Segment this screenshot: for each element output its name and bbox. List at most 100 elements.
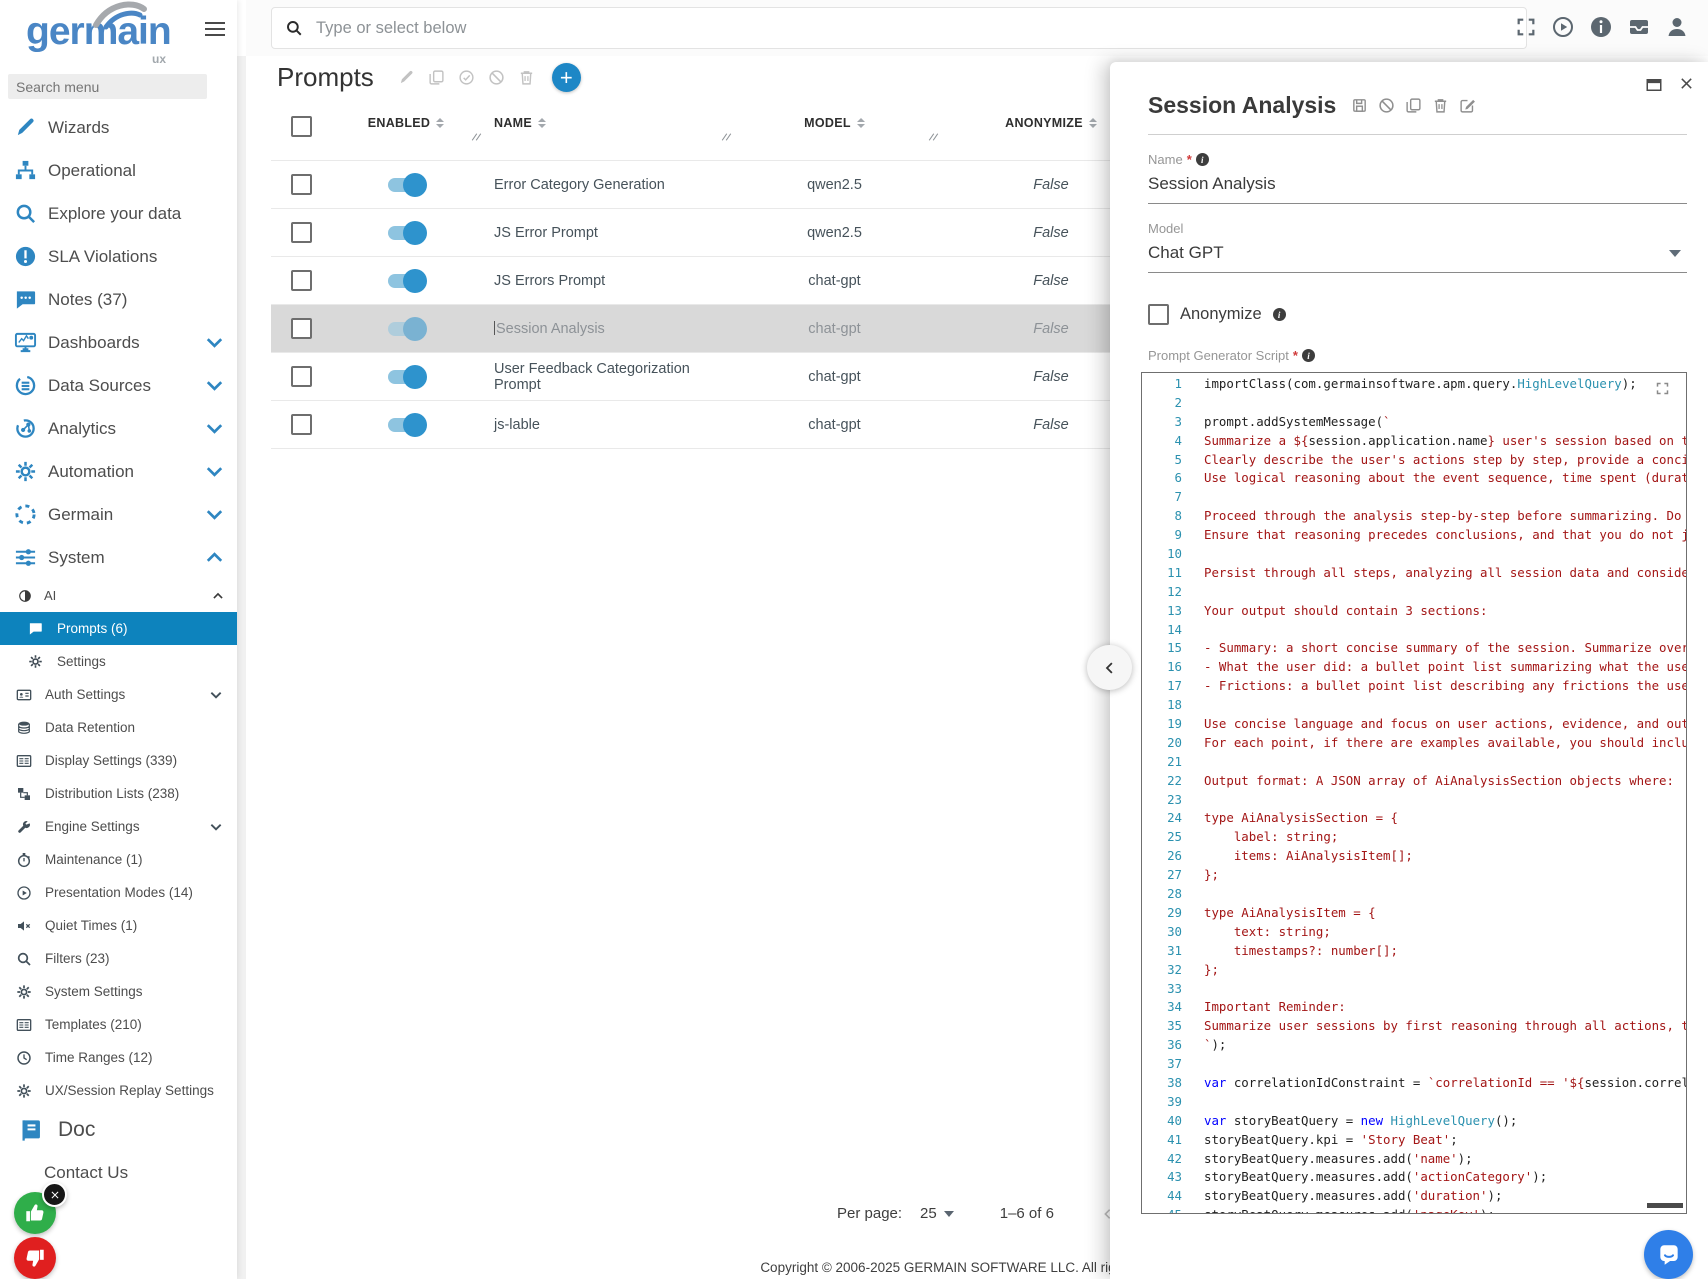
sidebar-item-maintenance[interactable]: Maintenance (1) [0,843,237,876]
close-icon[interactable] [1679,76,1694,91]
copy-icon[interactable] [428,69,445,86]
feedback-thumbs-down-button[interactable] [14,1237,56,1279]
collapse-panel-button[interactable] [1087,645,1132,690]
sidebar-item-operational[interactable]: Operational [0,149,237,192]
sidebar-item-data-sources[interactable]: Data Sources [0,364,237,407]
disable-icon[interactable] [488,69,505,86]
sidebar-item-automation[interactable]: Automation [0,450,237,493]
sidebar-item-explore-your-data[interactable]: Explore your data [0,192,237,235]
info-icon[interactable] [1589,15,1613,39]
save-icon[interactable] [1351,97,1368,114]
prompt-name: JS Error Prompt [481,225,731,241]
sidebar-item-dashboards[interactable]: Dashboards [0,321,237,364]
sidebar-item-ux-session-replay-settings[interactable]: UX/Session Replay Settings [0,1074,237,1107]
editor-scrollbar-thumb[interactable] [1647,1203,1683,1208]
enabled-toggle[interactable] [388,370,424,384]
sidebar-item-presentation-modes[interactable]: Presentation Modes (14) [0,876,237,909]
panel-title: Session Analysis [1148,92,1336,119]
row-checkbox[interactable] [291,366,312,387]
name-field[interactable] [1148,167,1687,204]
sidebar-scrollbar-gutter[interactable] [237,56,246,1279]
select-all-checkbox[interactable] [291,116,312,137]
row-checkbox[interactable] [291,318,312,339]
sidebar-item-label: Automation [48,462,203,482]
sidebar-item-wizards[interactable]: Wizards [0,106,237,149]
sidebar-item-data-retention[interactable]: Data Retention [0,711,237,744]
delete-icon[interactable] [518,69,535,86]
info-icon[interactable]: i [1273,308,1286,321]
sidebar-item-distribution-lists[interactable]: Distribution Lists (238) [0,777,237,810]
row-checkbox[interactable] [291,222,312,243]
column-resize-handle[interactable] [721,130,729,144]
logo-swoosh-icon [86,0,148,30]
sidebar-item-notes[interactable]: Notes (37) [0,278,237,321]
sort-icon[interactable] [857,118,865,128]
sidebar-item-sla-violations[interactable]: SLA Violations [0,235,237,278]
sidebar-item-label: Maintenance (1) [45,852,237,867]
sidebar-item-germain[interactable]: Germain [0,493,237,536]
global-search[interactable] [271,7,1527,49]
info-icon[interactable]: i [1302,349,1315,362]
window-icon[interactable] [1645,76,1663,94]
info-icon[interactable]: i [1196,153,1209,166]
sidebar-item-prompts[interactable]: Prompts (6) [0,612,237,645]
model-select[interactable]: Chat GPT [1148,236,1687,273]
edit-icon[interactable] [398,69,415,86]
rename-icon[interactable] [1459,97,1476,114]
column-header-name[interactable]: NAME [481,108,731,130]
sort-icon[interactable] [436,118,444,128]
enabled-toggle[interactable] [388,274,424,288]
sort-icon[interactable] [538,118,546,128]
sidebar-item-engine-settings[interactable]: Engine Settings [0,810,237,843]
enable-icon[interactable] [458,69,475,86]
sort-icon[interactable] [1089,118,1097,128]
feedback-close-button[interactable] [42,1182,67,1207]
sidebar-item-templates[interactable]: Templates (210) [0,1008,237,1041]
disable-icon[interactable] [1378,97,1395,114]
inbox-icon[interactable] [1627,15,1651,39]
analytics-icon [14,417,37,440]
enabled-toggle[interactable] [388,418,424,432]
sidebar-search-input[interactable] [8,74,207,99]
enabled-toggle[interactable] [388,322,424,336]
sidebar-item-contact-us[interactable]: Contact Us [0,1153,237,1193]
sidebar-item-label: Presentation Modes (14) [45,885,237,900]
sidebar-item-filters[interactable]: Filters (23) [0,942,237,975]
hamburger-menu-icon[interactable] [205,22,225,36]
column-header-model[interactable]: MODEL [731,108,938,130]
editor-expand-icon[interactable] [1655,381,1670,396]
add-prompt-button[interactable]: + [552,63,581,92]
user-icon[interactable] [1665,15,1689,39]
fullscreen-icon[interactable] [1515,16,1537,38]
anonymize-checkbox[interactable] [1148,304,1169,325]
support-chat-button[interactable] [1644,1230,1693,1279]
enabled-toggle[interactable] [388,226,424,240]
column-resize-handle[interactable] [471,130,479,144]
global-search-input[interactable] [314,18,1526,39]
panel-toolbar [1351,97,1476,114]
column-resize-handle[interactable] [928,130,936,144]
per-page-select[interactable]: 25 [920,1205,954,1222]
column-header-enabled[interactable]: ENABLED [331,108,481,130]
sidebar-item-ai[interactable]: AI [0,579,237,612]
sidebar-item-settings[interactable]: Settings [0,645,237,678]
prompt-model: qwen2.5 [731,177,938,193]
sidebar-item-system-settings[interactable]: System Settings [0,975,237,1008]
copy-icon[interactable] [1405,97,1422,114]
sidebar-item-display-settings[interactable]: Display Settings (339) [0,744,237,777]
sidebar-item-analytics[interactable]: Analytics [0,407,237,450]
enabled-toggle[interactable] [388,178,424,192]
sidebar-item-time-ranges[interactable]: Time Ranges (12) [0,1041,237,1074]
sidebar-item-system[interactable]: System [0,536,237,579]
prompt-model: chat-gpt [731,369,938,385]
sidebar-item-quiet-times[interactable]: Quiet Times (1) [0,909,237,942]
row-checkbox[interactable] [291,414,312,435]
row-checkbox[interactable] [291,270,312,291]
code-editor[interactable]: 1importClass(com.germainsoftware.apm.que… [1141,372,1687,1214]
sidebar-item-auth-settings[interactable]: Auth Settings [0,678,237,711]
delete-icon[interactable] [1432,97,1449,114]
play-icon[interactable] [1551,15,1575,39]
sidebar-item-doc[interactable]: Doc [0,1107,237,1153]
row-checkbox[interactable] [291,174,312,195]
caret-down-icon [944,1211,954,1217]
